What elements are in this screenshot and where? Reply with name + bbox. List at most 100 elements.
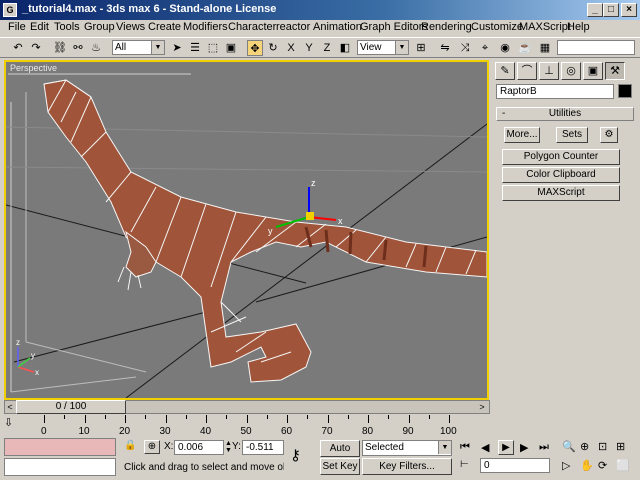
mirror-button[interactable]: ⇋	[437, 40, 453, 56]
axis-y-button[interactable]: Y	[301, 40, 317, 56]
menu-rendering[interactable]: Rendering	[421, 21, 472, 33]
menu-create[interactable]: Create	[148, 21, 181, 33]
next-frame-button[interactable]: ▶	[520, 441, 528, 454]
play-button[interactable]: ▶	[498, 440, 514, 455]
key-mode-button[interactable]: ⚷	[290, 446, 312, 464]
menu-file[interactable]: File	[8, 21, 26, 33]
x-coordinate-field[interactable]: 0.006	[174, 440, 224, 455]
previous-frame-button[interactable]: ◀	[481, 441, 489, 454]
menu-maxscript[interactable]: MAXScript	[519, 21, 571, 33]
axis-x-button[interactable]: X	[283, 40, 299, 56]
tab-hierarchy[interactable]: ⊥	[539, 62, 559, 80]
bind-space-warp-button[interactable]: ♨	[88, 40, 104, 56]
menu-customize[interactable]: Customize	[471, 21, 523, 33]
maxscript-input-mini[interactable]	[4, 458, 116, 476]
tab-modify[interactable]: ⌒	[517, 62, 537, 80]
field-of-view-button[interactable]: ▷	[562, 459, 570, 472]
menu-modifiers[interactable]: Modifiers	[183, 21, 228, 33]
menu-character[interactable]: Character	[228, 21, 276, 33]
skip-forward-icon: ⏭	[539, 441, 549, 453]
minimize-button[interactable]: _	[587, 3, 603, 17]
more-button[interactable]: More...	[504, 127, 540, 143]
track-bar[interactable]: 0 10 20 30 40 50 60 70 80 90 100	[40, 415, 492, 437]
absolute-mode-toggle[interactable]: ⊕	[144, 440, 160, 454]
perspective-viewport[interactable]: z x y z x y Perspective	[4, 60, 489, 400]
menu-edit[interactable]: Edit	[30, 21, 49, 33]
menu-graph-editors[interactable]: Graph Editors	[360, 21, 428, 33]
utilities-rollout-header[interactable]: - Utilities	[496, 107, 634, 121]
quick-render-button[interactable]: ▦	[537, 40, 553, 56]
viewport-label[interactable]: Perspective	[10, 63, 57, 73]
object-color-swatch[interactable]	[618, 84, 632, 98]
key-filters-button[interactable]: Key Filters...	[362, 458, 452, 475]
axis-z-button[interactable]: Z	[319, 40, 335, 56]
maximize-viewport-button[interactable]: ⬜	[616, 459, 630, 472]
material-editor-button[interactable]: ◉	[497, 40, 513, 56]
key-mode-toggle[interactable]: ⊢	[460, 459, 469, 470]
time-slider-next[interactable]: >	[476, 400, 488, 414]
render-button[interactable]: ☕	[517, 40, 533, 56]
key-selection-dropdown[interactable]: Selected ▼	[362, 440, 452, 456]
pivot-center-button[interactable]: ⊞	[413, 40, 429, 56]
axis-plane-button[interactable]: ◧	[337, 40, 353, 56]
select-and-move-button[interactable]: ✥	[247, 40, 263, 56]
close-button[interactable]: ×	[621, 3, 637, 17]
align-button[interactable]: ⤨	[457, 40, 473, 56]
zoom-extents-all-button[interactable]: ⊞	[616, 440, 625, 453]
zoom-all-button[interactable]: ⊕	[580, 440, 589, 453]
configure-sets-button[interactable]: ⚙	[600, 127, 618, 143]
tab-utilities[interactable]: ⚒	[605, 62, 625, 80]
polygon-counter-button[interactable]: Polygon Counter	[502, 149, 620, 165]
y-coordinate-field[interactable]: -0.511	[242, 440, 284, 455]
zoom-extents-button[interactable]: ⊡	[598, 440, 607, 453]
reference-coordinate-dropdown[interactable]: View ▼	[357, 40, 409, 55]
current-frame-field[interactable]: 0	[480, 458, 550, 473]
time-slider[interactable]: < 0 / 100 >	[4, 400, 490, 415]
tab-motion[interactable]: ◎	[561, 62, 581, 80]
create-icon: ✎	[500, 65, 510, 77]
go-to-end-button[interactable]: ⏭	[539, 441, 549, 454]
set-key-button[interactable]: Set Key	[320, 458, 360, 475]
tab-display[interactable]: ▣	[583, 62, 603, 80]
menu-animation[interactable]: Animation	[313, 21, 362, 33]
crossing-icon: ▣	[225, 42, 237, 54]
x-coordinate-spinner[interactable]: ▲ ▼	[225, 440, 232, 455]
window-crossing-button[interactable]: ▣	[223, 40, 239, 56]
snap-button[interactable]: ⌖	[477, 40, 493, 56]
time-slider-prev[interactable]: <	[4, 400, 16, 414]
selection-lock-toggle[interactable]: 🔒	[124, 440, 138, 454]
maxscript-listener-mini[interactable]	[4, 438, 116, 456]
auto-key-button[interactable]: Auto Key	[320, 440, 360, 469]
rectangular-selection-button[interactable]: ⬚	[205, 40, 221, 56]
sets-button[interactable]: Sets	[556, 127, 588, 143]
redo-button[interactable]: ↷	[28, 40, 44, 56]
zoom-button[interactable]: 🔍	[562, 440, 576, 453]
maxscript-button[interactable]: MAXScript	[502, 185, 620, 201]
dashed-rectangle-icon: ⬚	[207, 42, 219, 54]
menu-views[interactable]: Views	[116, 21, 145, 33]
selection-filter-dropdown[interactable]: All ▼	[112, 40, 165, 55]
pan-button[interactable]: ✋	[580, 459, 594, 472]
time-slider-thumb[interactable]: 0 / 100	[16, 400, 126, 414]
menu-help[interactable]: Help	[567, 21, 590, 33]
app-icon[interactable]: G	[3, 3, 17, 17]
menu-tools[interactable]: Tools	[54, 21, 80, 33]
menu-group[interactable]: Group	[84, 21, 115, 33]
undo-button[interactable]: ↶	[10, 40, 26, 56]
menu-reactor[interactable]: reactor	[276, 21, 310, 33]
title-bar[interactable]: G _tutorial4.max - 3ds max 6 - Stand-alo…	[0, 0, 640, 20]
named-selection-field[interactable]	[557, 40, 635, 55]
go-to-start-button[interactable]: ⏮	[460, 441, 470, 454]
object-name-field[interactable]: RaptorB	[496, 84, 614, 99]
tab-create[interactable]: ✎	[495, 62, 515, 80]
select-object-button[interactable]: ➤	[169, 40, 185, 56]
unlink-button[interactable]: ⚯	[70, 40, 86, 56]
maximize-button[interactable]: □	[603, 3, 619, 17]
list-icon: ☰	[190, 42, 200, 54]
select-by-name-button[interactable]: ☰	[187, 40, 203, 56]
track-bar-menu-button[interactable]: ⇩	[4, 416, 34, 436]
arc-rotate-button[interactable]: ⟳	[598, 459, 607, 472]
select-and-rotate-button[interactable]: ↻	[265, 40, 281, 56]
color-clipboard-button[interactable]: Color Clipboard	[502, 167, 620, 183]
select-link-button[interactable]: ⛓	[52, 40, 68, 56]
